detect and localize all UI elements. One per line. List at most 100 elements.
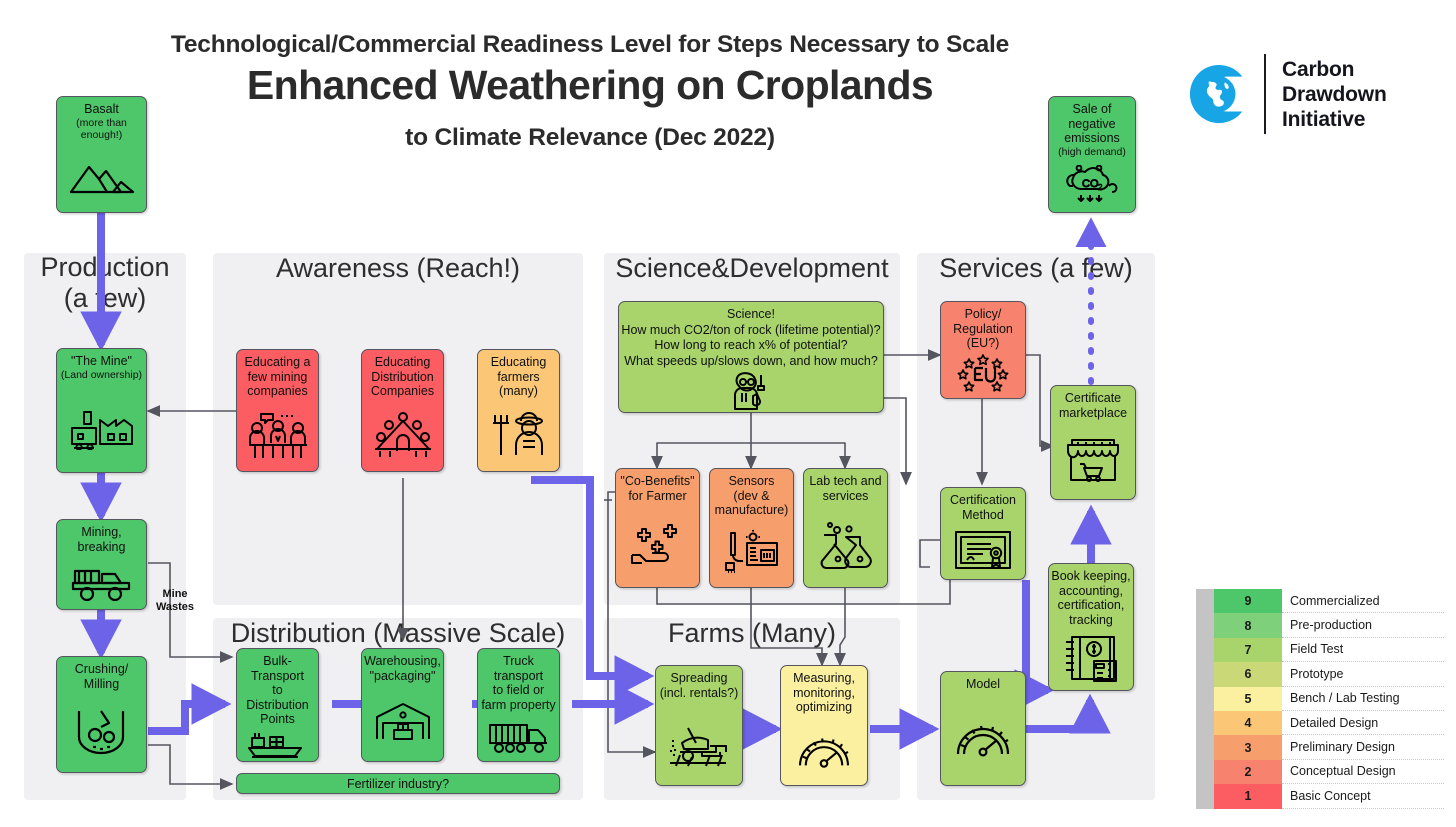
trl-legend-axis-cell [1196,637,1214,663]
science-l4: What speeds up/slows down, and how much? [624,353,878,368]
trl-legend-number: 2 [1214,759,1282,785]
panel-title-production: Production (a few) [24,252,186,314]
node-the-mine-label: "The Mine" (Land ownership) [53,349,150,381]
bookkeeping-l2: accounting, [1059,583,1123,598]
node-basalt-sub2: enough!) [80,129,123,141]
trl-legend: 9 Commercialized 8 Pre-production 7 Field Tes… [1196,589,1444,809]
node-bookkeeping-label: Book keeping, accounting, certification,… [1045,564,1137,627]
trl-legend-number: 7 [1214,637,1282,663]
panel-title-production-l2: (a few) [63,283,147,313]
truck-l1: Truck transport [493,654,544,683]
node-crushing-l1: Crushing/ [74,662,129,676]
page-title-line-1: Technological/Commercial Readiness Level… [170,31,1010,58]
diagram-canvas: Technological/Commercial Readiness Level… [0,0,1456,827]
spreader-icon [656,700,742,785]
eu-stars-icon [941,351,1025,399]
node-educating-mining-companies[interactable]: Educating a few mining companies [236,349,319,472]
trl-legend-axis-cell [1196,710,1214,736]
node-policy-label: Policy/ Regulation (EU?) [937,302,1029,351]
logo-text: Carbon Drawdown Initiative [1282,57,1387,132]
node-bulk-label: Bulk-Transport to Distribution Points [233,649,322,727]
trl-legend-axis-cell [1196,662,1214,687]
trl-legend-number: 4 [1214,710,1282,736]
edu-mining-l3: companies [247,384,308,398]
cargo-ship-icon [237,727,318,762]
truck-l3: farm property [481,697,556,712]
measuring-l1: Measuring, [793,671,855,685]
trl-legend-row: 8 Pre-production [1196,613,1444,638]
trl-legend-axis-cell [1196,589,1214,614]
measuring-l2: monitoring, [793,685,855,700]
panel-title-production-l1: Production [40,252,170,282]
node-edu-farmers-label: Educating farmers (many) [474,350,563,399]
node-crushing-label: Crushing/ Milling [53,657,150,691]
node-educating-distribution-companies[interactable]: Educating Distribution Companies [361,349,444,472]
sensor-icon [710,518,793,588]
trl-legend-description: Preliminary Design [1282,735,1444,760]
logo-line-1: Carbon [1282,57,1355,81]
node-spreading-label: Spreading (incl. rentals?) [652,666,746,700]
science-l3: How long to reach x% of potential? [654,338,848,352]
warehouse-l2: "packaging" [369,668,436,683]
node-mining-breaking[interactable]: Mining, breaking [56,519,147,610]
labtech-l2: services [822,488,869,503]
node-basalt[interactable]: Basalt (more than enough!) [56,96,147,213]
node-fertilizer-industry[interactable]: Fertilizer industry? [236,773,560,794]
node-science-label: Science! How much CO2/ton of rock (lifet… [615,302,887,369]
sale-l1: Sale of [1072,102,1112,116]
node-book-keeping[interactable]: Book keeping, accounting, certification,… [1048,563,1134,691]
node-model[interactable]: Model [940,671,1026,786]
sensors-l2: (dev & [733,488,770,503]
cobenefits-l2: for Farmer [628,488,687,503]
node-policy-regulation[interactable]: Policy/ Regulation (EU?) [940,301,1026,399]
spreading-l2: (incl. rentals?) [659,685,739,700]
node-cobenefits-label: "Co-Benefits" for Farmer [612,469,703,503]
edu-dist-l3: Companies [370,384,435,398]
node-science[interactable]: Science! How much CO2/ton of rock (lifet… [618,301,884,413]
node-sale-negative-emissions[interactable]: Sale of negative emissions (high demand)… [1048,96,1136,213]
node-warehousing[interactable]: Warehousing, "packaging" [361,648,444,762]
trl-legend-description: Basic Concept [1282,784,1444,809]
node-model-label: Model [937,672,1029,692]
node-mining-l2: breaking [77,539,126,554]
trl-legend-row: 4 Detailed Design [1196,710,1444,736]
trl-legend-description: Prototype [1282,662,1444,687]
measuring-l3: optimizing [795,700,853,714]
node-spreading[interactable]: Spreading (incl. rentals?) [655,665,743,786]
node-basalt-label: Basalt (more than enough!) [53,97,150,142]
sale-l3: emissions [1064,131,1120,145]
flasks-icon [804,503,887,587]
node-sale-label: Sale of negative emissions (high demand) [1045,97,1139,158]
policy-l3: (EU?) [966,336,1000,350]
bulk-l2: to [272,683,283,697]
certmarket-l1: Certificate [1064,391,1122,405]
node-the-mine[interactable]: "The Mine" (Land ownership) [56,348,147,473]
node-measuring-monitoring[interactable]: Measuring, monitoring, optimizing [780,665,868,786]
trl-legend-description: Bench / Lab Testing [1282,686,1444,711]
trl-legend-axis-cell [1196,686,1214,711]
truck-l2: to field or [492,683,545,697]
node-truck-transport[interactable]: Truck transport to field or farm propert… [477,648,560,762]
panel-title-services: Services (a few) [939,253,1133,283]
node-co-benefits[interactable]: "Co-Benefits" for Farmer [615,468,700,588]
node-labtech-label: Lab tech and services [800,469,891,503]
svg-text:CO: CO [1082,178,1099,190]
node-edu-mining-label: Educating a few mining companies [233,350,322,399]
certmethod-l2: Method [962,507,1004,522]
edu-dist-l1: Educating [374,355,431,369]
node-crushing-milling[interactable]: Crushing/ Milling [56,656,147,773]
trl-legend-number: 5 [1214,686,1282,711]
node-sensors[interactable]: Sensors (dev & manufacture) [709,468,794,588]
node-bulk-transport[interactable]: Bulk-Transport to Distribution Points [236,648,319,762]
trl-legend-number: 8 [1214,613,1282,638]
node-certificate-marketplace[interactable]: Certificate marketplace [1050,385,1136,500]
bulk-l3: Distribution [246,697,309,712]
certmarket-l2: marketplace [1058,405,1128,420]
node-educating-farmers[interactable]: Educating farmers (many) [477,349,560,472]
node-lab-tech-services[interactable]: Lab tech and services [803,468,888,588]
mountains-icon [57,142,146,213]
trl-legend-row: 2 Conceptual Design [1196,759,1444,785]
meeting-people-icon [237,399,318,472]
trl-legend-number: 1 [1214,784,1282,809]
node-certification-method[interactable]: Certification Method [940,487,1026,580]
